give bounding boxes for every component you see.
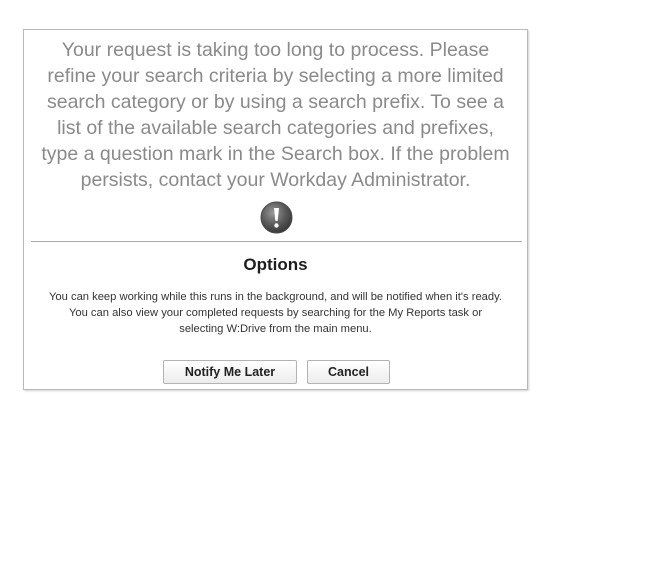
options-description: You can keep working while this runs in … bbox=[24, 289, 527, 337]
message-line: Your request is taking too long to proce… bbox=[61, 39, 490, 61]
options-line: selecting W:Drive from the main menu. bbox=[179, 323, 372, 335]
options-heading: Options bbox=[243, 255, 308, 274]
options-line: You can keep working while this runs in … bbox=[48, 291, 502, 303]
message-line: type a question mark in the Search box. … bbox=[41, 143, 510, 165]
message-line: refine your search criteria by selecting… bbox=[47, 65, 504, 87]
options-line: You can also view your completed request… bbox=[68, 307, 483, 319]
divider bbox=[31, 241, 522, 242]
request-timeout-dialog: Your request is taking too long to proce… bbox=[23, 29, 528, 390]
notify-me-later-button[interactable]: Notify Me Later bbox=[163, 360, 297, 384]
timeout-message: Your request is taking too long to proce… bbox=[24, 37, 527, 193]
cancel-button[interactable]: Cancel bbox=[307, 360, 390, 384]
message-line: list of the available search categories … bbox=[57, 117, 494, 139]
exclamation-icon bbox=[260, 201, 293, 234]
message-line: search category or by using a search pre… bbox=[46, 91, 505, 113]
message-line: persists, contact your Workday Administr… bbox=[80, 169, 471, 191]
